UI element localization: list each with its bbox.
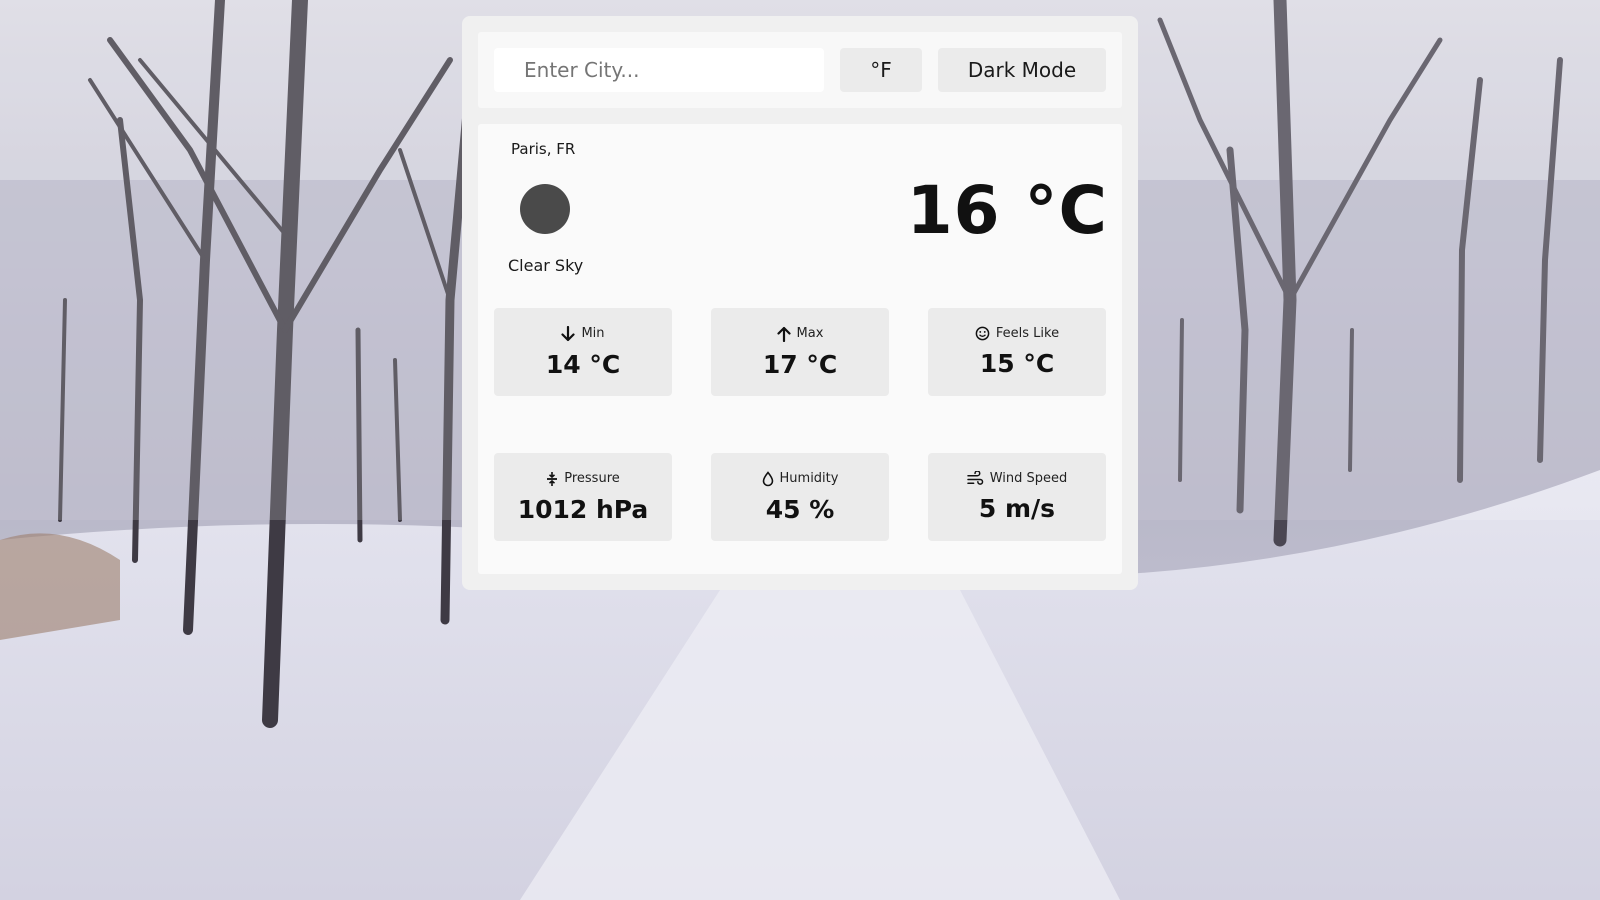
stat-wind-speed: Wind Speed 5 m/s (928, 453, 1106, 541)
stat-value: 17 °C (762, 349, 838, 379)
weather-panel: Paris, FR Clear Sky 16 °C Min 14 °C Max … (478, 124, 1122, 574)
pressure-icon (546, 471, 558, 487)
stat-min: Min 14 °C (494, 308, 672, 396)
weather-stats-grid: Min 14 °C Max 17 °C Feels Like 15 °C Pre… (494, 308, 1106, 541)
weather-description: Clear Sky (508, 256, 584, 275)
smile-icon (975, 326, 990, 341)
arrow-up-icon (776, 326, 791, 342)
stat-label: Feels Like (995, 326, 1060, 341)
stat-value: 15 °C (979, 349, 1055, 378)
dark-mode-button[interactable]: Dark Mode (938, 48, 1106, 92)
stat-max: Max 17 °C (711, 308, 889, 396)
stat-label: Pressure (564, 471, 620, 486)
unit-toggle-button[interactable]: °F (840, 48, 922, 92)
droplet-icon (762, 470, 774, 487)
city-search-input[interactable] (494, 48, 824, 92)
search-toolbar: °F Dark Mode (478, 32, 1122, 108)
current-weather: Paris, FR Clear Sky 16 °C (478, 124, 1122, 292)
stat-value: 1012 hPa (517, 494, 649, 524)
stat-pressure: Pressure 1012 hPa (494, 453, 672, 541)
stat-feels-like: Feels Like 15 °C (928, 308, 1106, 396)
clear-sky-icon (520, 184, 570, 234)
wind-icon (966, 471, 984, 486)
arrow-down-icon (561, 325, 576, 342)
stat-label: Humidity (779, 471, 839, 486)
location-label: Paris, FR (511, 140, 576, 158)
stat-value: 5 m/s (978, 494, 1056, 523)
current-temperature: 16 °C (906, 172, 1108, 249)
stat-value: 45 % (765, 494, 835, 524)
stat-label: Max (796, 326, 824, 341)
weather-app-card: °F Dark Mode Paris, FR Clear Sky 16 °C M… (462, 16, 1138, 590)
stat-humidity: Humidity 45 % (711, 453, 889, 541)
stat-value: 14 °C (545, 349, 621, 379)
stat-label: Wind Speed (989, 471, 1068, 486)
stat-label: Min (581, 326, 605, 341)
